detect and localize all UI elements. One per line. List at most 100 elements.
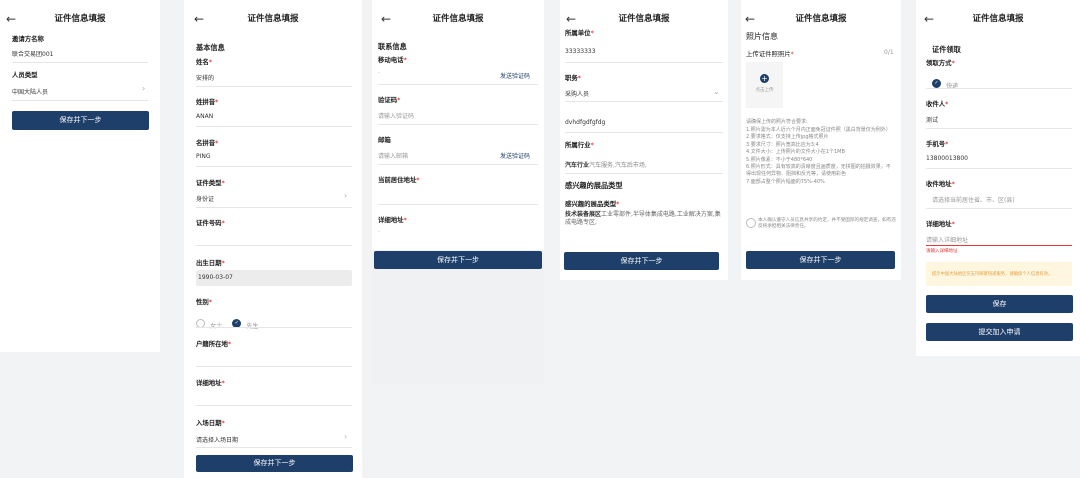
requirement-item: 2.要求格式：仅支持上传jpg格式照片 [746,134,829,141]
save-next-button[interactable]: 保存并下一步 [564,252,719,270]
agree-text: 本人确认遵守人员信息共享的约定，并不受国际的规定调查，如有违反将承担相关法律责任… [758,218,896,229]
header: ← 证件信息填报 [560,10,728,28]
entry-date-label: 入场日期* [196,419,225,427]
person-type-select[interactable]: 中国大陆人员 [12,87,48,96]
requirements-list: 1.照片需为本人近六个月内正面免冠证件照（黑白背景仅为例外） 2.要求格式：仅支… [746,127,898,186]
interest-value[interactable]: 技术装备展区工业零部件,半导体集成电路,工业解决方案,集成电路专区, [565,211,723,227]
detail-address-input[interactable]: 请输入详细地址 [926,235,968,244]
requirements-title: 请确保上传的照片符合要求: [746,119,808,125]
detail-address-input[interactable]: · [378,229,380,236]
inviter-label: 邀请方名称 [12,35,44,43]
mobile-label: 移动电话* [378,56,407,64]
chevron-right-icon: › [142,84,146,93]
recipient-label: 收件人* [926,100,949,108]
detail-address-error: 请输入详细地址 [926,249,958,254]
current-address-label: 当前居住地址* [378,176,420,184]
upload-label: 上传证件照照片* [746,50,794,58]
save-next-button[interactable]: 保存并下一步 [196,455,353,472]
save-next-button[interactable]: 保存并下一步 [12,111,149,130]
recipient-input[interactable]: 测试 [926,115,938,124]
industry-value[interactable]: 汽车行业汽车服务,汽车后市场, [565,160,647,169]
birth-date-label: 出生日期* [196,259,225,267]
code-input[interactable]: 请输入验证码 [378,111,414,120]
agree-checkbox[interactable] [746,218,756,228]
send-code-button[interactable]: 发送验证码 [500,71,530,80]
company-input[interactable]: 33333333 [565,48,596,55]
surname-pinyin-input[interactable]: ANAN [196,113,213,120]
mobile-input[interactable]: · [378,70,380,77]
plus-icon: + [760,74,769,83]
gender-radio-group: 女士 ✓ 先生 [196,313,258,332]
requirement-item: 得出现任何异物、阻挡和反光等，请使用彩色 [746,171,847,178]
requirement-item: 5.照片像素：不小于480*640 [746,156,813,163]
phone-label: 手机号* [926,140,949,148]
page-title: 证件信息填报 [54,14,106,24]
email-label: 邮箱 [378,136,391,144]
pickup-method-radio[interactable]: ✓ 快递 [932,73,958,92]
page-title: 证件信息填报 [795,14,847,24]
header: ← 证件信息填报 [916,10,1080,28]
id-type-label: 证件类型* [196,179,225,187]
chevron-right-icon: › [344,191,348,200]
birth-date-field: 1990-03-07 [196,270,352,286]
email-input[interactable]: 请输入邮箱 [378,151,408,160]
upload-count: 0/1 [884,49,894,56]
form-card [372,0,544,250]
header: ← 证件信息填报 [372,10,544,28]
section-photo-info: 照片信息 [746,32,778,41]
save-button[interactable]: 保存 [926,295,1073,313]
surname-pinyin-label: 姓拼音* [196,98,219,106]
chevron-down-icon: ⌄ [713,87,720,96]
code-label: 验证码* [378,96,401,104]
section-pickup: 证件领取 [932,45,961,54]
upload-text: 点击上传 [755,88,774,93]
save-next-button[interactable]: 保存并下一步 [746,251,895,269]
detail-address-label: 详细地址* [378,216,407,224]
header: ← 证件信息填报 [741,10,901,28]
interest-label: 感兴趣的展品类型* [565,200,620,208]
shipping-address-select[interactable]: 请选择当前居住省、市、区(县) [932,195,1015,204]
chevron-right-icon: › [344,432,348,441]
position-label: 职务* [565,74,581,82]
name-label: 姓名* [196,58,212,66]
page-title: 证件信息填报 [247,14,299,24]
check-icon: ✓ [932,79,941,88]
detail-address-label: 详细地址* [926,220,955,228]
id-number-label: 证件号码* [196,219,225,227]
inviter-value: 联合交易团001 [12,51,54,58]
header: ← 证件信息填报 [184,10,362,28]
shipping-address-label: 收件地址* [926,180,955,188]
section-basic-info: 基本信息 [196,43,225,52]
position-select[interactable]: 采购人员 [565,89,589,98]
gender-label: 性别* [196,298,212,306]
requirement-item: 7.面部占整个照片幅面的75%-40% [746,178,825,185]
page-title: 证件信息填报 [972,14,1024,24]
save-next-button[interactable]: 保存并下一步 [374,251,542,269]
page-title: 证件信息填报 [432,14,484,24]
header: ← 证件信息填报 [0,10,160,28]
address-label: 详细地址* [196,379,225,387]
screen-1: ← 证件信息填报 邀请方名称 联合交易团001 人员类型 中国大陆人员 › 保存… [0,0,160,352]
name-input[interactable]: 安排的 [196,73,214,82]
requirement-item: 4.文件大小：上传照片的文件大小在1个1MB [746,149,845,156]
notice-box: 提示中国大陆地区仅支持邮寄快递服务，请确保个人信息有效。 [926,262,1072,286]
submit-application-button[interactable]: 提交加入申请 [926,323,1073,341]
section-interest: 感兴趣的展品类型 [565,181,623,190]
section-contact-info: 联系信息 [378,42,407,51]
screen-4: ← 证件信息填报 所属单位* 33333333 职务* 采购人员 ⌄ dvhdf… [560,0,728,280]
company-label: 所属单位* [565,29,594,37]
person-type-label: 人员类型 [12,71,38,79]
id-type-select[interactable]: 身份证 [196,194,214,203]
entry-date-select[interactable]: 请选择入场日期 [196,435,238,444]
send-code-button-2[interactable]: 发送验证码 [500,151,530,160]
screen-3: ← 证件信息填报 联系信息 移动电话* · 发送验证码 验证码* 请输入验证码 … [372,0,544,384]
other-position-input[interactable]: dvhdfgdfgfdg [565,119,605,126]
notice-text: 提示中国大陆地区仅支持邮寄快递服务，请确保个人信息有效。 [932,272,1053,277]
upload-photo-box[interactable]: + 点击上传 [746,62,783,108]
given-pinyin-label: 名拼音* [196,139,219,147]
screen-5: ← 证件信息填报 照片信息 上传证件照照片* 0/1 + 点击上传 请确保上传的… [741,0,901,280]
given-pinyin-input[interactable]: PING [196,153,211,160]
page-title: 证件信息填报 [618,14,670,24]
phone-input[interactable]: 13800013800 [926,155,968,162]
screen-2: ← 证件信息填报 基本信息 姓名* 安排的 姓拼音* ANAN 名拼音* PIN… [184,0,362,478]
